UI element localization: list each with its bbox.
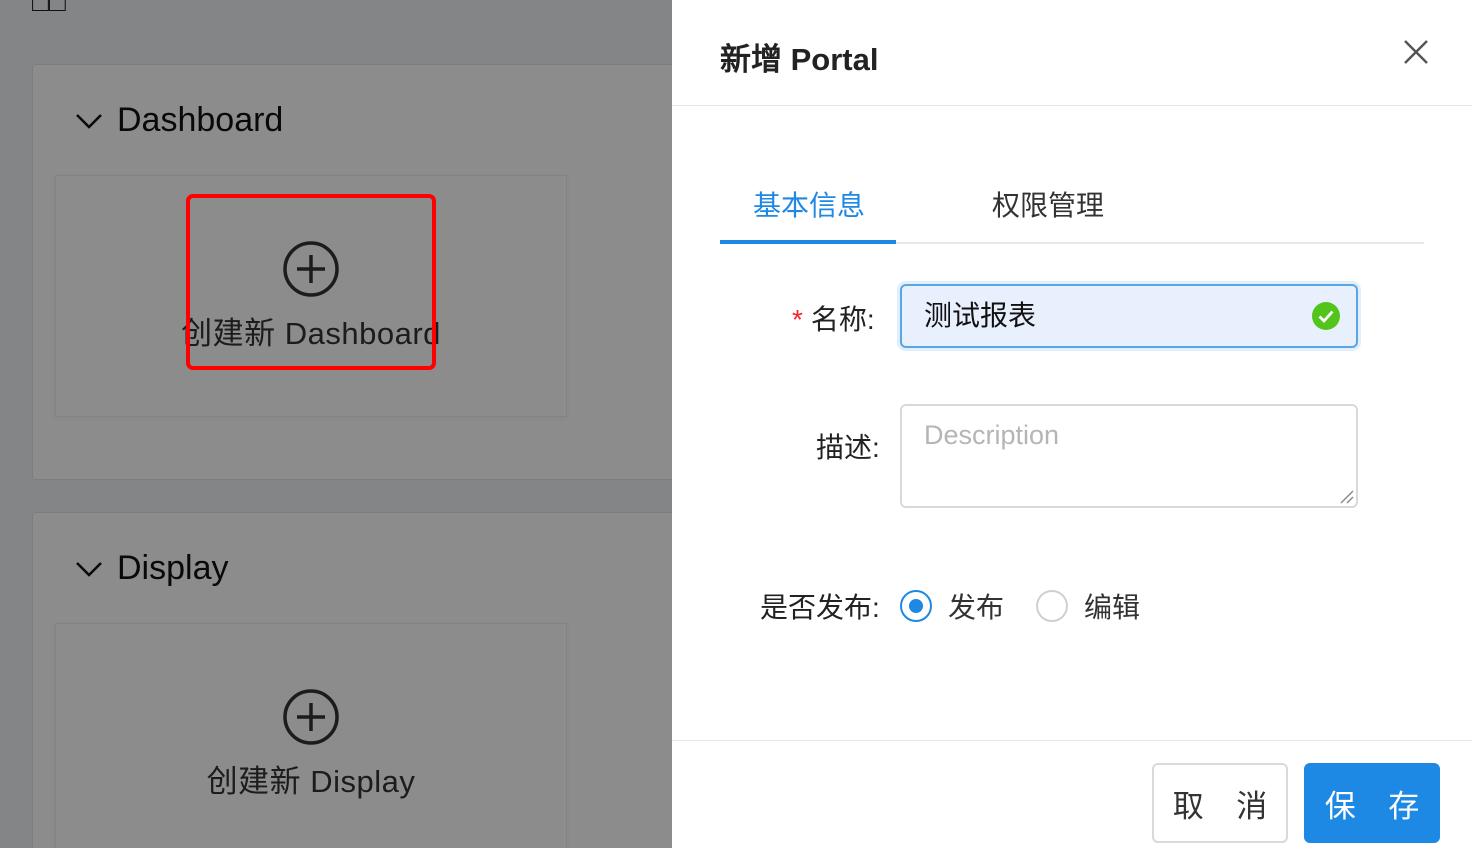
check-circle-icon [1312,302,1340,330]
tab-basic-info[interactable]: 基本信息 [753,184,865,224]
required-mark: * [792,304,803,335]
drawer-title: 新增 Portal [720,42,879,77]
name-input[interactable]: 测试报表 [900,284,1358,348]
resize-handle-icon[interactable] [1338,488,1354,504]
radio-dot [909,599,923,613]
drawer-footer: 取 消 保 存 [672,740,1472,848]
cancel-button[interactable]: 取 消 [1152,763,1288,843]
radio-edit-label[interactable]: 编辑 [1084,586,1140,626]
radio-edit[interactable] [1036,590,1068,622]
drawer-header: 新增 Portal [672,0,1472,106]
tab-permissions[interactable]: 权限管理 [992,184,1104,224]
save-button[interactable]: 保 存 [1304,763,1440,843]
close-icon[interactable] [1400,36,1432,68]
name-label-wrap: * 名称: [792,298,875,338]
highlight-annotation-box [186,194,436,370]
radio-publish-label[interactable]: 发布 [948,586,1004,626]
publish-label: 是否发布: [760,592,880,623]
drawer-tabs: 基本信息 权限管理 [720,168,1424,244]
radio-publish[interactable] [900,590,932,622]
description-textarea[interactable] [900,404,1358,508]
name-input-value: 测试报表 [924,300,1037,331]
name-label: 名称: [810,304,875,335]
active-tab-indicator [720,240,896,244]
new-portal-drawer: 新增 Portal 基本信息 权限管理 *名称: 测试报表 描述: 是否发布: … [672,0,1484,848]
description-label: 描述: [816,432,880,463]
